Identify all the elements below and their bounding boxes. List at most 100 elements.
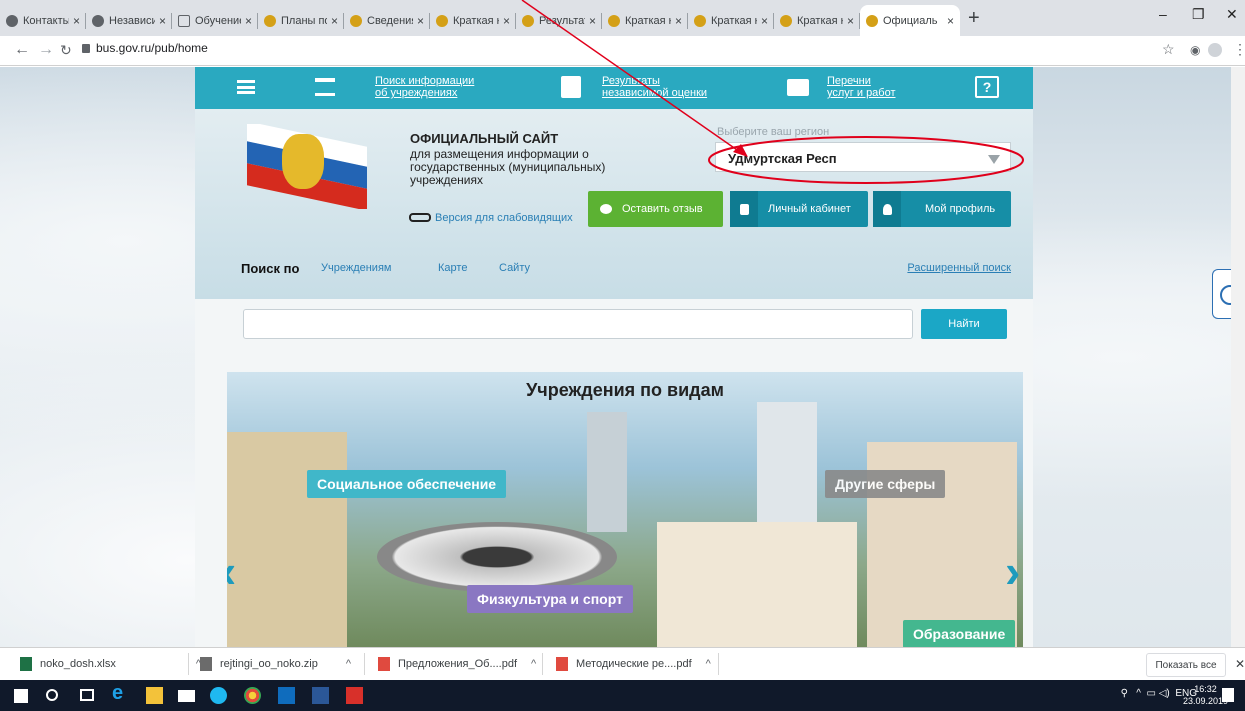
search-by-label: Поиск по bbox=[241, 261, 300, 276]
personal-cabinet-button[interactable]: Личный кабинет bbox=[730, 191, 868, 227]
graduation-cap-icon bbox=[178, 14, 190, 27]
edge-browser-icon[interactable]: e bbox=[112, 682, 129, 704]
chevron-up-icon[interactable]: ^ bbox=[706, 658, 711, 670]
skype-icon[interactable] bbox=[210, 687, 227, 704]
vertical-scrollbar[interactable] bbox=[1231, 67, 1245, 647]
tray-expand-icon[interactable]: ^ bbox=[1136, 688, 1141, 699]
chevron-up-icon[interactable]: ^ bbox=[531, 658, 536, 670]
word-icon[interactable] bbox=[312, 687, 329, 704]
people-icon[interactable]: ⚲ bbox=[1121, 688, 1128, 699]
feedback-button[interactable]: Оставить отзыв bbox=[588, 191, 723, 227]
close-tab-icon[interactable]: × bbox=[761, 14, 768, 28]
url-field[interactable]: bus.gov.ru/pub/home bbox=[82, 41, 208, 55]
category-sports[interactable]: Физкультура и спорт bbox=[467, 585, 633, 613]
zip-file-icon bbox=[200, 657, 212, 671]
eagle-emblem-icon bbox=[436, 14, 448, 27]
acrobat-icon[interactable] bbox=[346, 687, 363, 704]
close-tab-icon[interactable]: × bbox=[331, 14, 338, 28]
hamburger-menu-icon[interactable] bbox=[237, 80, 255, 94]
volume-icon[interactable]: ◁) bbox=[1159, 688, 1170, 699]
outlook-icon[interactable] bbox=[278, 687, 295, 704]
close-window-icon[interactable]: ✕ bbox=[1226, 6, 1238, 23]
advanced-search-link[interactable]: Расширенный поиск bbox=[907, 262, 1011, 274]
download-item[interactable]: noko_dosh.xlsx ^ bbox=[20, 657, 201, 671]
close-tab-icon[interactable]: × bbox=[417, 14, 424, 28]
carousel-prev-icon[interactable]: ‹ bbox=[227, 544, 236, 598]
close-downloads-icon[interactable]: ✕ bbox=[1235, 657, 1245, 671]
institutions-carousel: Учреждения по видам Социальное обеспечен… bbox=[227, 372, 1023, 647]
carousel-next-icon[interactable]: › bbox=[1005, 544, 1020, 598]
search-tab-institutions[interactable]: Учреждениям bbox=[321, 262, 391, 274]
browser-tab[interactable]: Независим × bbox=[86, 5, 172, 36]
browser-tab[interactable]: Результаты × bbox=[516, 5, 602, 36]
forward-icon[interactable]: → bbox=[38, 41, 54, 59]
browser-tab[interactable]: Краткая ка × bbox=[602, 5, 688, 36]
help-icon[interactable]: ? bbox=[975, 76, 999, 98]
close-tab-icon[interactable]: × bbox=[675, 14, 682, 28]
region-value: Удмуртская Респ bbox=[728, 151, 837, 166]
eagle-emblem-icon bbox=[522, 14, 534, 27]
browser-tab[interactable]: Краткая ка × bbox=[774, 5, 860, 36]
close-tab-icon[interactable]: × bbox=[503, 14, 510, 28]
task-view-icon[interactable] bbox=[80, 689, 94, 701]
bookmark-star-icon[interactable]: ☆ bbox=[1162, 41, 1175, 58]
minimize-icon[interactable]: – bbox=[1159, 6, 1167, 22]
region-select[interactable]: Удмуртская Респ bbox=[715, 142, 1011, 172]
tab-title: Краткая ка bbox=[625, 14, 671, 27]
notifications-icon[interactable] bbox=[1222, 688, 1234, 702]
back-icon[interactable]: ← bbox=[14, 41, 30, 59]
chevron-up-icon[interactable]: ^ bbox=[346, 658, 351, 670]
windows-start-icon[interactable] bbox=[14, 689, 28, 703]
close-tab-icon[interactable]: × bbox=[847, 14, 854, 28]
find-button[interactable]: Найти bbox=[921, 309, 1007, 339]
file-explorer-icon[interactable] bbox=[146, 687, 163, 704]
eagle-emblem-icon bbox=[264, 14, 276, 27]
browser-tab[interactable]: Контакты – × bbox=[0, 5, 86, 36]
close-tab-icon[interactable]: × bbox=[159, 14, 166, 28]
my-profile-button[interactable]: Мой профиль bbox=[873, 191, 1011, 227]
chrome-icon[interactable] bbox=[244, 687, 261, 704]
building-icon bbox=[315, 78, 335, 96]
browser-tab[interactable]: Обучение × bbox=[172, 5, 258, 36]
profile-label: Мой профиль bbox=[925, 203, 996, 215]
close-tab-icon[interactable]: × bbox=[947, 14, 954, 28]
network-icon[interactable]: ▭ bbox=[1147, 688, 1156, 699]
dropdown-arrow-icon bbox=[988, 155, 1000, 164]
tab-title: Краткая ка bbox=[711, 14, 757, 27]
download-item[interactable]: Предложения_Об....pdf ^ bbox=[378, 657, 536, 671]
search-tab-site[interactable]: Сайту bbox=[499, 262, 530, 274]
lock-icon bbox=[739, 203, 749, 215]
close-tab-icon[interactable]: × bbox=[245, 14, 252, 28]
extension-icon[interactable]: ◉ bbox=[1190, 43, 1200, 57]
search-tab-map[interactable]: Карте bbox=[438, 262, 467, 274]
browser-tab[interactable]: Планы по × bbox=[258, 5, 344, 36]
browser-tab[interactable]: Сведения × bbox=[344, 5, 430, 36]
nav-lists-link[interactable]: Перечни услуг и работ bbox=[827, 75, 896, 99]
menu-kebab-icon[interactable]: ⋮ bbox=[1233, 41, 1245, 58]
download-item[interactable]: rejtingi_oo_noko.zip ^ bbox=[200, 657, 351, 671]
carousel-title: Учреждения по видам bbox=[526, 380, 724, 400]
browser-tab[interactable]: Краткая ка × bbox=[688, 5, 774, 36]
search-input[interactable] bbox=[243, 309, 913, 339]
low-vision-link[interactable]: Версия для слабовидящих bbox=[409, 212, 573, 224]
browser-tab[interactable]: Краткая ка × bbox=[430, 5, 516, 36]
search-icon[interactable] bbox=[46, 689, 58, 701]
close-tab-icon[interactable]: × bbox=[589, 14, 596, 28]
category-social-security[interactable]: Социальное обеспечение bbox=[307, 470, 507, 498]
mail-icon[interactable] bbox=[178, 690, 195, 702]
site-title: ОФИЦИАЛЬНЫЙ САЙТ bbox=[410, 131, 559, 146]
maximize-icon[interactable]: ❐ bbox=[1192, 6, 1205, 23]
reload-icon[interactable]: ↻ bbox=[60, 42, 72, 59]
close-tab-icon[interactable]: × bbox=[73, 14, 80, 28]
tab-title: Контакты – bbox=[23, 14, 69, 27]
browser-tab[interactable]: Официаль × bbox=[860, 5, 960, 36]
profile-avatar-icon[interactable] bbox=[1208, 43, 1222, 57]
search-mode-row: Поиск по Учреждениям Карте Сайту Расшире… bbox=[241, 261, 1011, 281]
new-tab-icon[interactable]: + bbox=[968, 7, 980, 30]
download-item[interactable]: Методические ре....pdf ^ bbox=[556, 657, 711, 671]
show-all-downloads-button[interactable]: Показать все bbox=[1146, 653, 1226, 677]
nav-results-link[interactable]: Результаты независимой оценки bbox=[602, 75, 707, 99]
category-education[interactable]: Образование bbox=[903, 620, 1016, 647]
nav-institutions-link[interactable]: Поиск информации об учреждениях bbox=[375, 75, 474, 99]
category-other[interactable]: Другие сферы bbox=[825, 470, 946, 498]
